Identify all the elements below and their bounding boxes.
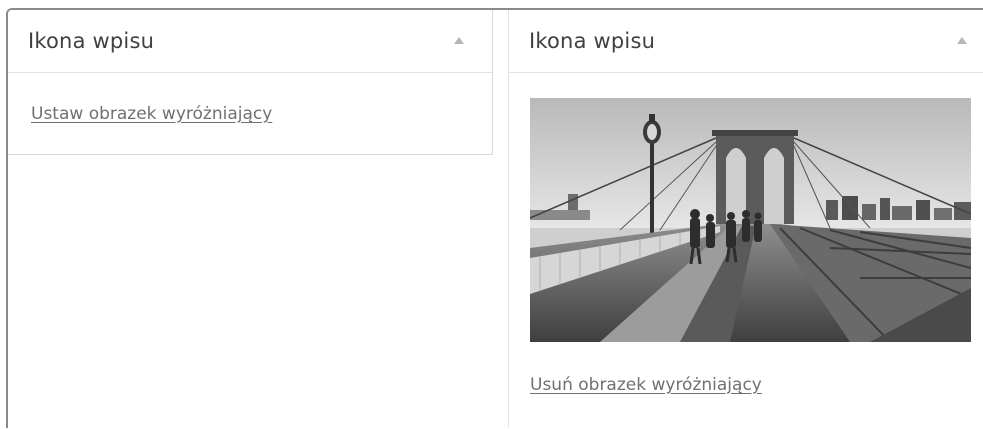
arrow-up-icon[interactable] xyxy=(957,37,967,44)
postbox-title: Ikona wpisu xyxy=(28,29,155,53)
remove-featured-image-link[interactable]: Usuń obrazek wyróżniający xyxy=(530,375,762,395)
arrow-up-icon[interactable] xyxy=(454,37,464,44)
featured-image-box-empty: Ikona wpisu Ustaw obrazek wyróżniający xyxy=(8,10,493,155)
bridge-photo xyxy=(530,98,971,342)
postbox-header: Ikona wpisu xyxy=(8,10,492,73)
postbox-header: Ikona wpisu xyxy=(509,10,983,73)
set-featured-image-link[interactable]: Ustaw obrazek wyróżniający xyxy=(31,104,272,124)
featured-image-thumbnail[interactable] xyxy=(530,98,971,342)
postbox-title: Ikona wpisu xyxy=(529,29,656,53)
featured-image-box-filled: Ikona wpisu Usuń obrazek wyróżniający xyxy=(508,10,983,428)
window-frame: Ikona wpisu Ustaw obrazek wyróżniający I… xyxy=(6,8,983,428)
